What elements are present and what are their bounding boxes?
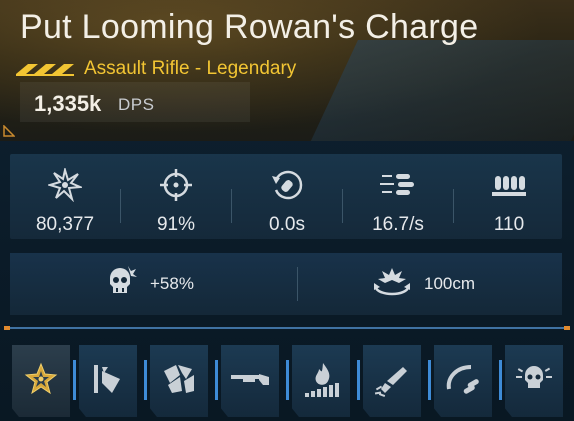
divider-cap [4, 326, 10, 330]
crosshair-icon [121, 168, 231, 202]
explosion-range-icon [372, 265, 412, 304]
secondary-stats-panel: +58% 100cm [10, 253, 562, 315]
perk-separator [286, 360, 289, 400]
weapon-name: Put Looming Rowan's Charge [20, 8, 479, 46]
stat-value: 110 [493, 214, 525, 235]
stat-accuracy: 91% [121, 154, 231, 239]
perk-slot-3[interactable] [150, 345, 208, 417]
stat-magazine: 110 [454, 154, 564, 239]
perk-separator [215, 360, 218, 400]
stat-weakspot: +58% [102, 253, 194, 315]
perk-separator [73, 360, 76, 400]
perk-slot-2[interactable] [79, 345, 137, 417]
stat-value: +58% [150, 274, 194, 293]
magazine-ammo-icon [454, 168, 564, 202]
pistol-spread-perk-icon [373, 361, 411, 402]
stat-explosion-range: 100cm [372, 253, 475, 315]
reload-icon [232, 168, 342, 202]
section-divider [10, 327, 564, 329]
stat-value: 100cm [424, 274, 476, 293]
armor-shards-perk-icon [160, 361, 198, 402]
skull-blast-perk-icon [515, 361, 553, 402]
wall-knockback-perk-icon [90, 361, 126, 402]
fire-rate-bullets-icon [343, 168, 453, 202]
perk-slot-5[interactable] [292, 345, 350, 417]
perk-slot-4[interactable] [221, 345, 279, 417]
dps-unit: DPS [118, 95, 155, 114]
impact-burst-icon [10, 168, 120, 202]
perk-slot-8[interactable] [505, 345, 563, 417]
weapon-type-rarity: Assault Rifle - Legendary [84, 58, 297, 79]
stat-fire-rate: 16.7/s [343, 154, 453, 239]
perk-separator [144, 360, 147, 400]
divider-cap [564, 326, 570, 330]
ammo-bullets-perk-icon [443, 361, 483, 402]
perk-slot-7[interactable] [434, 345, 492, 417]
perk-slot-6[interactable] [363, 345, 421, 417]
rarity-row: Assault Rifle - Legendary [16, 58, 296, 80]
shotgun-perk-icon [229, 369, 271, 394]
stat-reload: 0.0s [232, 154, 342, 239]
stat-separator [297, 267, 298, 301]
weapon-tooltip: Put Looming Rowan's Charge Assault Rifle… [0, 0, 574, 421]
burn-flame-perk-icon [301, 359, 341, 404]
stats-panel: 80,377 91% 0.0s 16.7/s 110 [10, 154, 562, 239]
perk-separator [499, 360, 502, 400]
star-burst-perk-icon [24, 362, 58, 401]
stat-value: 91% [156, 214, 196, 235]
perk-slot-1[interactable] [12, 345, 70, 417]
perk-separator [428, 360, 431, 400]
stat-value: 80,377 [35, 214, 95, 235]
stat-value: 16.7/s [372, 214, 424, 235]
perk-separator [357, 360, 360, 400]
corner-mark-icon [3, 124, 16, 142]
legendary-chevrons-icon [16, 62, 74, 76]
stat-value: 0.0s [269, 214, 305, 235]
stat-damage: 80,377 [10, 154, 120, 239]
dps-value: 1,335k [34, 91, 102, 116]
weakspot-skull-icon [102, 264, 138, 305]
